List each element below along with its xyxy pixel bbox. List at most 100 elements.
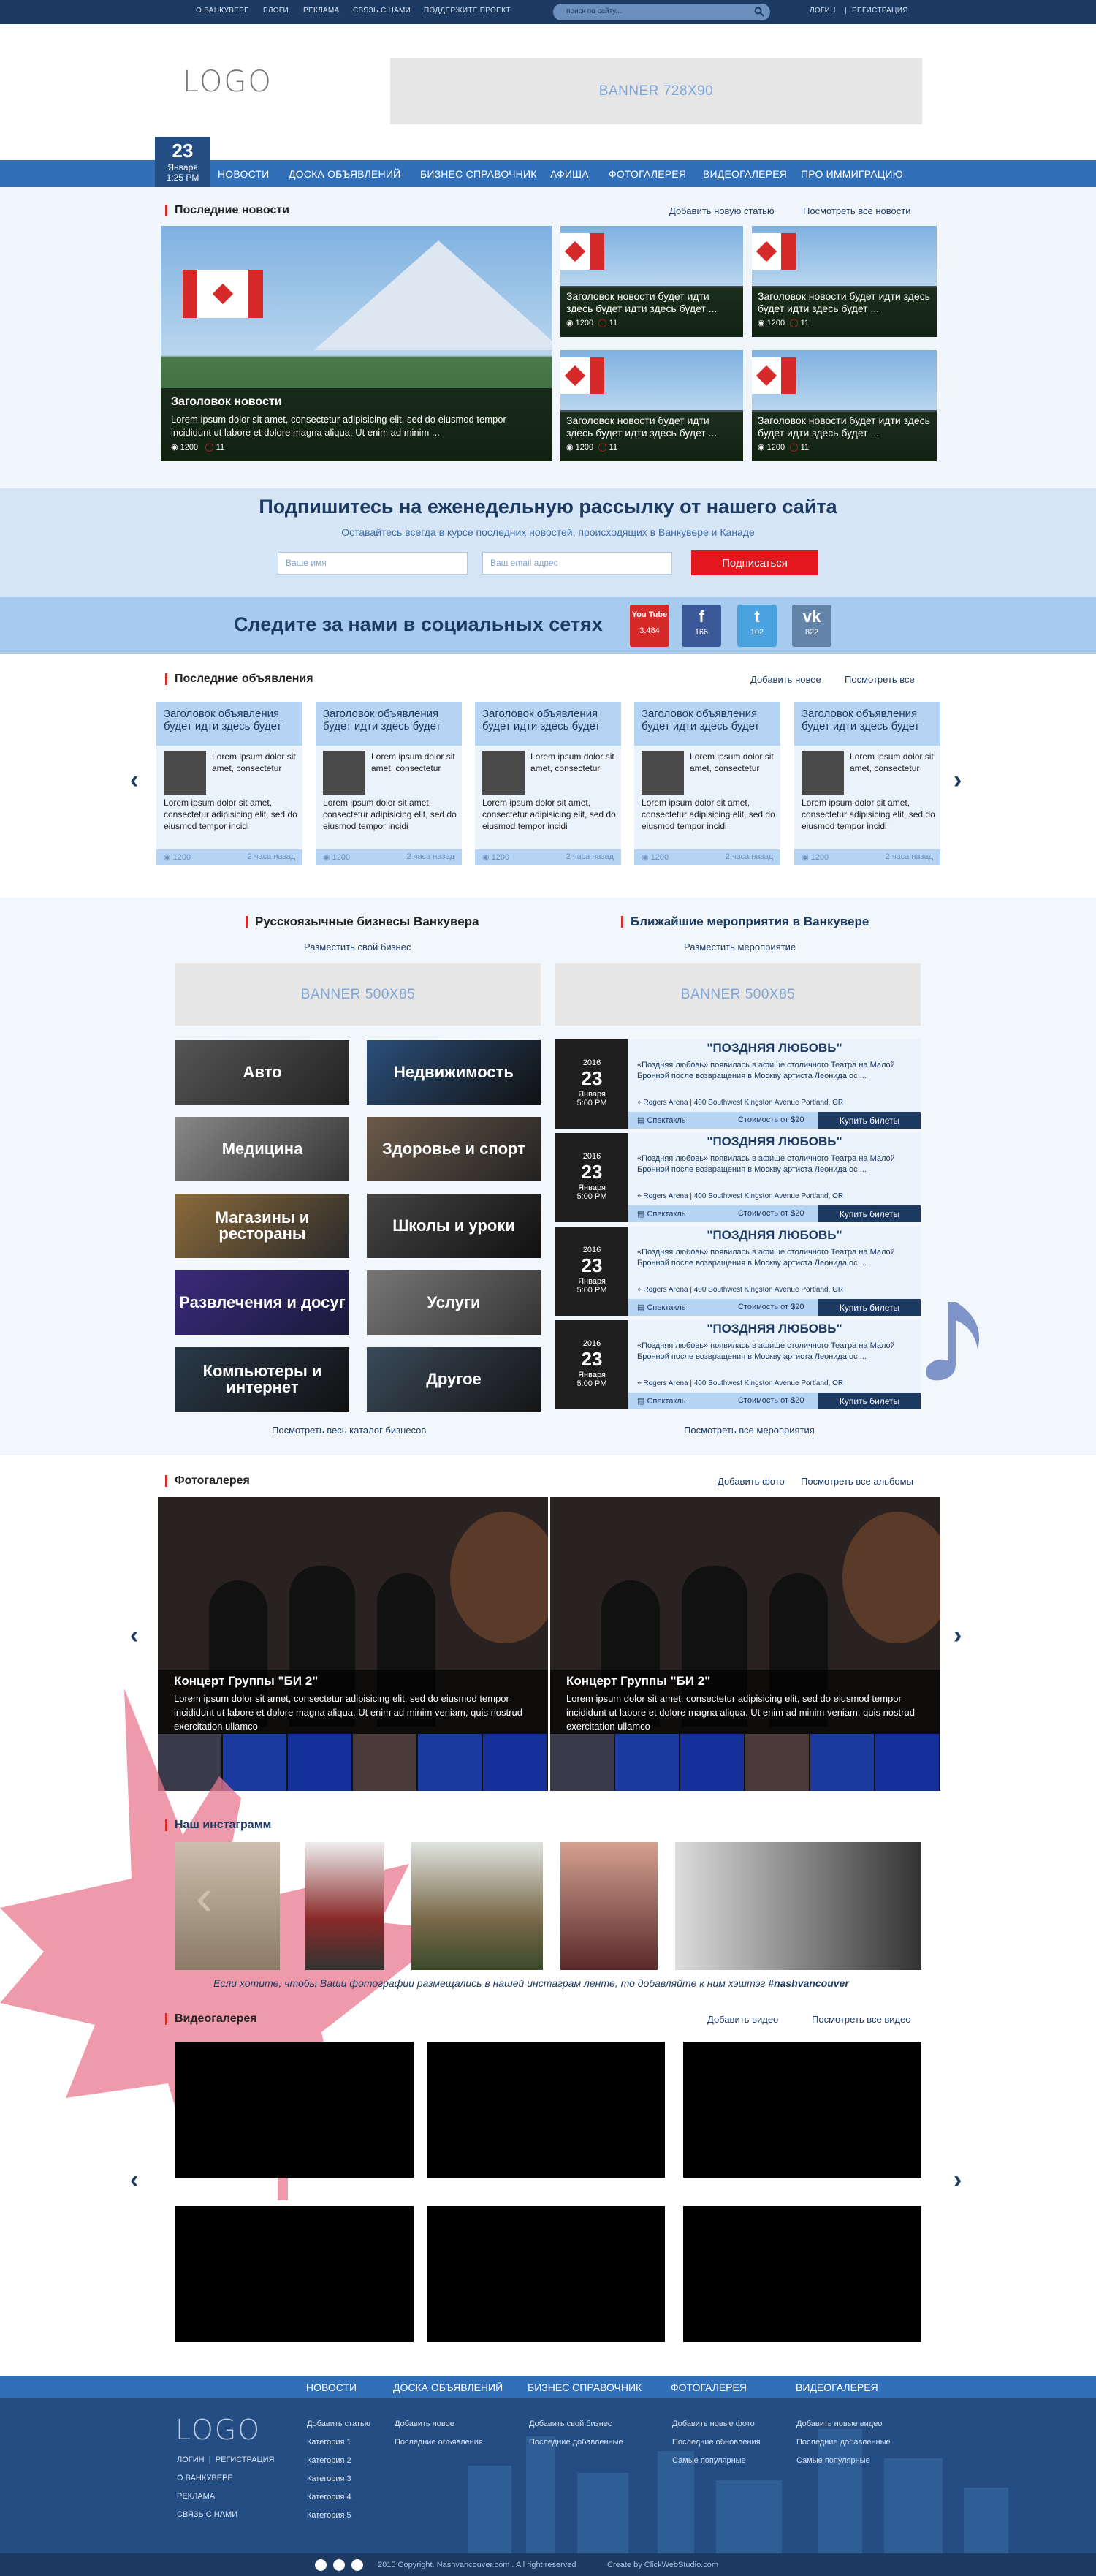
footer-link[interactable]: Последние объявления: [395, 2433, 483, 2452]
footer-link[interactable]: Самые популярные: [796, 2452, 891, 2470]
chevron-left-icon[interactable]: ‹: [130, 2166, 138, 2194]
all-ads-link[interactable]: Посмотреть все: [845, 674, 915, 685]
ad-card[interactable]: Заголовок объявления будет идти здесь бу…: [316, 702, 462, 865]
video-player[interactable]: [683, 2042, 921, 2178]
social-dot-icon[interactable]: [351, 2559, 363, 2571]
event-card[interactable]: 2016 23 Января 5:00 PM "ПОЗДНЯЯ ЛЮБОВЬ" …: [555, 1227, 921, 1316]
news-card-2[interactable]: Заголовок новости будет идти здесь будет…: [752, 226, 937, 337]
footer-link[interactable]: Добавить статью: [307, 2415, 370, 2433]
biz-tile-computers[interactable]: Компьютеры и интернет: [175, 1347, 349, 1412]
top-link-about[interactable]: О ВАНКУВЕРЕ: [196, 7, 249, 15]
header-banner[interactable]: BANNER 728X90: [390, 58, 922, 124]
footer-login-link[interactable]: ЛОГИН: [177, 2455, 205, 2464]
top-link-blogs[interactable]: БЛОГИ: [263, 7, 289, 15]
nav-board[interactable]: ДОСКА ОБЪЯВЛЕНИЙ: [289, 168, 400, 180]
thumb[interactable]: [483, 1734, 548, 1791]
top-link-contact[interactable]: СВЯЗЬ С НАМИ: [353, 7, 411, 15]
all-events-link[interactable]: Посмотреть все мероприятия: [684, 1425, 815, 1436]
biz-tile-schools[interactable]: Школы и уроки: [367, 1194, 541, 1258]
footer-link[interactable]: Последние обновления: [672, 2433, 761, 2452]
thumb[interactable]: [745, 1734, 810, 1791]
event-card[interactable]: 2016 23 Января 5:00 PM "ПОЗДНЯЯ ЛЮБОВЬ" …: [555, 1039, 921, 1129]
main-news-card[interactable]: Заголовок новости Lorem ipsum dolor sit …: [161, 226, 552, 461]
biz-tile-other[interactable]: Другое: [367, 1347, 541, 1412]
all-business-link[interactable]: Посмотреть весь каталог бизнесов: [272, 1425, 426, 1436]
video-player[interactable]: [427, 2206, 665, 2342]
login-link[interactable]: ЛОГИН: [810, 7, 836, 15]
footer-register-link[interactable]: РЕГИСТРАЦИЯ: [216, 2455, 275, 2464]
all-video-link[interactable]: Посмотреть все видео: [812, 2014, 911, 2025]
ad-card[interactable]: Заголовок объявления будет идти здесь бу…: [156, 702, 302, 865]
all-news-link[interactable]: Посмотреть все новости: [803, 205, 911, 216]
news-card-1[interactable]: Заголовок новости будет идти здесь будет…: [560, 226, 743, 337]
buy-tickets-button[interactable]: Купить билеты: [818, 1299, 921, 1316]
news-card-4[interactable]: Заголовок новости будет идти здесь будет…: [752, 350, 937, 461]
subscribe-button[interactable]: Подписаться: [691, 550, 818, 575]
buy-tickets-button[interactable]: Купить билеты: [818, 1205, 921, 1222]
video-player[interactable]: [175, 2042, 414, 2178]
biz-tile-health[interactable]: Здоровье и спорт: [367, 1117, 541, 1181]
facebook-button[interactable]: f 166: [682, 605, 721, 647]
buy-tickets-button[interactable]: Купить билеты: [818, 1393, 921, 1409]
footer-link[interactable]: Самые популярные: [672, 2452, 761, 2470]
footer-link[interactable]: Добавить свой бизнес: [529, 2415, 623, 2433]
footer-link[interactable]: СВЯЗЬ С НАМИ: [177, 2506, 237, 2524]
news-card-3[interactable]: Заголовок новости будет идти здесь будет…: [560, 350, 743, 461]
footer-link[interactable]: Категория 4: [307, 2488, 370, 2507]
chevron-left-icon[interactable]: ‹: [130, 1621, 138, 1650]
gallery-card[interactable]: Концерт Группы "БИ 2" Lorem ipsum dolor …: [550, 1497, 940, 1791]
created-by[interactable]: Create by ClickWebStudio.com: [607, 2561, 718, 2569]
add-event-link[interactable]: Разместить мероприятие: [684, 942, 796, 952]
chevron-right-icon[interactable]: ›: [954, 766, 962, 795]
ad-card[interactable]: Заголовок объявления будет идти здесь бу…: [794, 702, 940, 865]
biz-tile-realty[interactable]: Недвижимость: [367, 1040, 541, 1105]
footer-link[interactable]: Категория 3: [307, 2470, 370, 2488]
twitter-button[interactable]: t 102: [737, 605, 777, 647]
events-banner[interactable]: BANNER 500X85: [555, 963, 921, 1026]
youtube-button[interactable]: You Tube 3.484: [630, 605, 669, 647]
biz-tile-auto[interactable]: Авто: [175, 1040, 349, 1105]
chevron-left-icon[interactable]: ‹: [130, 766, 138, 795]
nav-business[interactable]: БИЗНЕС СПРАВОЧНИК: [420, 168, 537, 180]
add-ad-link[interactable]: Добавить новое: [750, 674, 821, 685]
top-link-support[interactable]: ПОДДЕРЖИТЕ ПРОЕКТ: [424, 7, 511, 15]
thumb[interactable]: [550, 1734, 615, 1791]
buy-tickets-button[interactable]: Купить билеты: [818, 1112, 921, 1129]
nav-afisha[interactable]: АФИША: [550, 168, 589, 180]
chevron-right-icon[interactable]: ›: [954, 1621, 962, 1650]
add-video-link[interactable]: Добавить видео: [707, 2014, 778, 2025]
footer-nav-news[interactable]: НОВОСТИ: [306, 2382, 357, 2393]
top-link-ads[interactable]: РЕКЛАМА: [303, 7, 340, 15]
event-card[interactable]: 2016 23 Января 5:00 PM "ПОЗДНЯЯ ЛЮБОВЬ" …: [555, 1320, 921, 1409]
footer-link[interactable]: Категория 2: [307, 2452, 370, 2470]
biz-tile-entertainment[interactable]: Развлечения и досуг: [175, 1270, 349, 1335]
add-article-link[interactable]: Добавить новую статью: [669, 205, 775, 216]
event-card[interactable]: 2016 23 Января 5:00 PM "ПОЗДНЯЯ ЛЮБОВЬ" …: [555, 1133, 921, 1222]
vk-button[interactable]: vk 822: [792, 605, 831, 647]
biz-tile-services[interactable]: Услуги: [367, 1270, 541, 1335]
footer-link[interactable]: Категория 1: [307, 2433, 370, 2452]
chevron-right-icon[interactable]: ›: [954, 2166, 962, 2194]
footer-nav-video[interactable]: ВИДЕОГАЛЕРЕЯ: [796, 2382, 878, 2393]
business-banner[interactable]: BANNER 500X85: [175, 963, 541, 1026]
name-field[interactable]: Ваше имя: [278, 552, 468, 575]
instagram-photo[interactable]: [305, 1842, 384, 1970]
search-input[interactable]: поиск по сайту...: [553, 4, 770, 20]
add-business-link[interactable]: Разместить свой бизнес: [304, 942, 411, 952]
footer-link[interactable]: Последние добавленные: [796, 2433, 891, 2452]
biz-tile-shops[interactable]: Магазины и рестораны: [175, 1194, 349, 1258]
instagram-photo[interactable]: [175, 1842, 280, 1970]
nav-immigration[interactable]: ПРО ИММИГРАЦИЮ: [801, 168, 903, 180]
thumb[interactable]: [615, 1734, 680, 1791]
all-albums-link[interactable]: Посмотреть все альбомы: [801, 1476, 913, 1487]
ad-card[interactable]: Заголовок объявления будет идти здесь бу…: [634, 702, 780, 865]
register-link[interactable]: РЕГИСТРАЦИЯ: [852, 7, 908, 15]
nav-news[interactable]: НОВОСТИ: [218, 168, 269, 180]
footer-link[interactable]: Добавить новые видео: [796, 2415, 891, 2433]
footer-link[interactable]: О ВАНКУВЕРЕ: [177, 2469, 237, 2488]
nav-video[interactable]: ВИДЕОГАЛЕРЕЯ: [703, 168, 787, 180]
video-player[interactable]: [427, 2042, 665, 2178]
video-player[interactable]: [175, 2206, 414, 2342]
biz-tile-medicine[interactable]: Медицина: [175, 1117, 349, 1181]
footer-nav-photo[interactable]: ФОТОГАЛЕРЕЯ: [671, 2382, 747, 2393]
